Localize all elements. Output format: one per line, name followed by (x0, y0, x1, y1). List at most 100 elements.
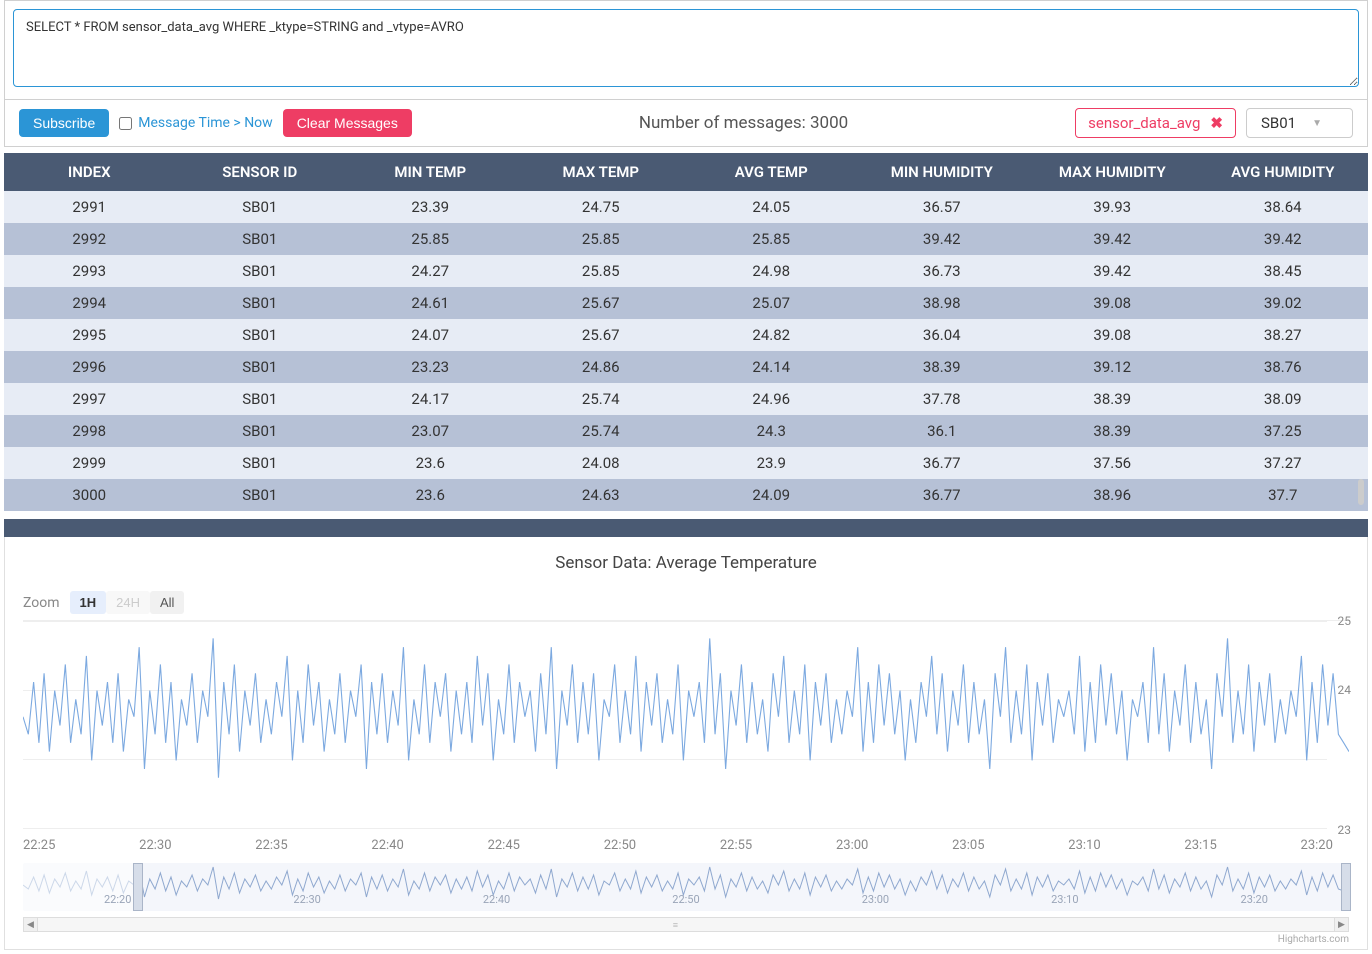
table-cell: 24.09 (686, 479, 857, 511)
chevron-down-icon: ▼ (1312, 118, 1322, 129)
table-cell: 24.61 (345, 287, 516, 319)
table-cell: 36.57 (857, 191, 1028, 223)
table-cell: 39.02 (1198, 287, 1369, 319)
column-header[interactable]: INDEX (4, 153, 175, 191)
table-cell: 36.73 (857, 255, 1028, 287)
table-cell: 38.76 (1198, 351, 1369, 383)
message-count: Number of messages: 3000 (422, 113, 1065, 133)
table-cell: SB01 (175, 319, 346, 351)
table-row[interactable]: 2995SB0124.0725.6724.8236.0439.0838.27 (4, 319, 1368, 351)
table-cell: 38.64 (1198, 191, 1369, 223)
column-header[interactable]: MIN TEMP (345, 153, 516, 191)
table-cell: 2994 (4, 287, 175, 319)
zoom-button-1h[interactable]: 1H (70, 591, 107, 614)
topic-tag-label: sensor_data_avg (1088, 114, 1200, 132)
table-row[interactable]: 2998SB0123.0725.7424.336.138.3937.25 (4, 415, 1368, 447)
column-header[interactable]: AVG TEMP (686, 153, 857, 191)
table-cell: 39.93 (1027, 191, 1198, 223)
chart-line-svg (23, 621, 1349, 830)
table-cell: 39.08 (1027, 319, 1198, 351)
table-cell: 24.08 (516, 447, 687, 479)
table-cell: 38.98 (857, 287, 1028, 319)
chart-credit[interactable]: Highcharts.com (9, 932, 1363, 945)
table-cell: 2991 (4, 191, 175, 223)
column-header[interactable]: MAX HUMIDITY (1027, 153, 1198, 191)
nav-tick: 23:20 (1241, 893, 1268, 906)
scroll-left-arrow-icon[interactable]: ◀ (24, 918, 38, 931)
sensor-select-value: SB01 (1261, 114, 1296, 132)
sensor-select[interactable]: SB01 ▼ (1246, 108, 1353, 138)
column-header[interactable]: AVG HUMIDITY (1198, 153, 1369, 191)
table-cell: SB01 (175, 255, 346, 287)
table-cell: 2997 (4, 383, 175, 415)
close-icon[interactable]: ✖ (1210, 114, 1223, 132)
table-cell: 37.56 (1027, 447, 1198, 479)
query-input[interactable] (13, 9, 1359, 87)
column-header[interactable]: MAX TEMP (516, 153, 687, 191)
table-cell: 23.6 (345, 479, 516, 511)
chart-title: Sensor Data: Average Temperature (9, 553, 1363, 573)
table-cell: 24.96 (686, 383, 857, 415)
section-divider (4, 519, 1368, 537)
chart-navigator[interactable]: 22:2022:3022:4022:5023:0023:1023:20 (23, 863, 1349, 911)
zoom-controls: Zoom 1H24HAll (9, 591, 1363, 614)
data-table: INDEXSENSOR IDMIN TEMPMAX TEMPAVG TEMPMI… (4, 153, 1368, 511)
table-cell: 39.42 (857, 223, 1028, 255)
table-cell: SB01 (175, 287, 346, 319)
horizontal-scrollbar[interactable]: ◀ ≡ ▶ (23, 917, 1349, 932)
zoom-button-24h: 24H (106, 591, 150, 614)
x-tick: 23:20 (1301, 838, 1333, 853)
table-row[interactable]: 2992SB0125.8525.8525.8539.4239.4239.42 (4, 223, 1368, 255)
table-cell: 25.74 (516, 415, 687, 447)
table-cell: 23.07 (345, 415, 516, 447)
table-cell: SB01 (175, 447, 346, 479)
table-row[interactable]: 2993SB0124.2725.8524.9836.7339.4238.45 (4, 255, 1368, 287)
topic-tag[interactable]: sensor_data_avg ✖ (1075, 108, 1236, 138)
table-cell: 36.1 (857, 415, 1028, 447)
clear-messages-button[interactable]: Clear Messages (283, 109, 412, 137)
table-cell: SB01 (175, 351, 346, 383)
table-cell: 25.85 (345, 223, 516, 255)
vertical-scrollbar-thumb[interactable] (1358, 479, 1364, 505)
time-filter-label[interactable]: Message Time > Now (138, 115, 272, 131)
table-cell: 24.14 (686, 351, 857, 383)
table-cell: 38.39 (857, 351, 1028, 383)
x-tick: 22:45 (488, 838, 520, 853)
table-cell: SB01 (175, 223, 346, 255)
table-cell: 2992 (4, 223, 175, 255)
column-header[interactable]: SENSOR ID (175, 153, 346, 191)
query-container (4, 0, 1368, 100)
time-filter-wrap: Message Time > Now (119, 115, 272, 131)
x-tick: 22:55 (720, 838, 752, 853)
table-cell: 36.77 (857, 479, 1028, 511)
x-tick: 23:15 (1184, 838, 1216, 853)
table-cell: 39.42 (1027, 255, 1198, 287)
column-header[interactable]: MIN HUMIDITY (857, 153, 1028, 191)
table-row[interactable]: 2997SB0124.1725.7424.9637.7838.3938.09 (4, 383, 1368, 415)
table-cell: 39.08 (1027, 287, 1198, 319)
table-cell: 2999 (4, 447, 175, 479)
table-cell: 23.6 (345, 447, 516, 479)
table-cell: 25.07 (686, 287, 857, 319)
chart-plot-area[interactable]: 25 24 23 (23, 620, 1349, 830)
table-row[interactable]: 3000SB0123.624.6324.0936.7738.9637.7 (4, 479, 1368, 511)
table-cell: 24.63 (516, 479, 687, 511)
table-row[interactable]: 2994SB0124.6125.6725.0738.9839.0839.02 (4, 287, 1368, 319)
scroll-grip-icon[interactable]: ≡ (673, 920, 679, 931)
subscribe-button[interactable]: Subscribe (19, 109, 109, 137)
table-cell: 23.23 (345, 351, 516, 383)
table-cell: 25.74 (516, 383, 687, 415)
x-tick: 22:25 (23, 838, 55, 853)
table-cell: 2998 (4, 415, 175, 447)
zoom-button-all[interactable]: All (150, 591, 184, 614)
table-cell: 25.85 (516, 223, 687, 255)
table-row[interactable]: 2991SB0123.3924.7524.0536.5739.9338.64 (4, 191, 1368, 223)
table-row[interactable]: 2996SB0123.2324.8624.1438.3939.1238.76 (4, 351, 1368, 383)
table-cell: 24.05 (686, 191, 857, 223)
toolbar: Subscribe Message Time > Now Clear Messa… (4, 100, 1368, 147)
nav-tick: 23:00 (862, 893, 889, 906)
scroll-right-arrow-icon[interactable]: ▶ (1334, 918, 1348, 931)
time-filter-checkbox[interactable] (119, 117, 132, 130)
table-row[interactable]: 2999SB0123.624.0823.936.7737.5637.27 (4, 447, 1368, 479)
table-cell: 23.9 (686, 447, 857, 479)
